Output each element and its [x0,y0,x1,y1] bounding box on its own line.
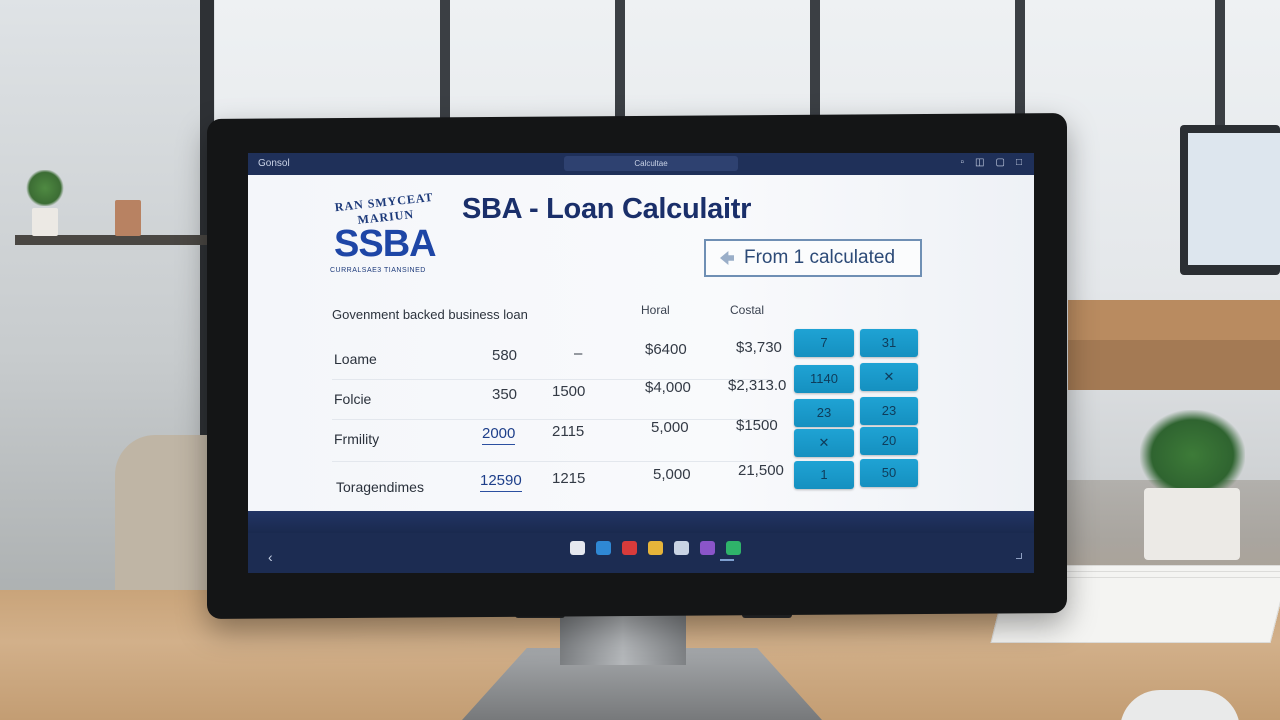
row-label: Folcie [334,391,372,407]
table-cell: 580 [492,347,518,364]
taskbar-strip [248,511,1034,533]
window-mullion [440,0,450,130]
window-mullion [810,0,820,125]
table-cell: $3,730 [736,339,782,356]
taskbar-icons [570,541,741,555]
taskbar: ‹ [248,511,1034,573]
table-cell: 21,500 [738,462,784,479]
window-mullion [615,0,625,125]
keypad-button[interactable]: ✕ [794,429,854,457]
row-divider [332,461,772,462]
window-shelf [15,235,215,245]
table-cell: 2115 [552,423,585,440]
table-cell: $4,000 [645,379,691,396]
section-label: Govenment backed business loan [332,307,528,322]
document-app-icon[interactable] [674,541,689,555]
app-label: Gonsol [258,158,290,169]
background-monitor [1180,125,1280,275]
table-cell-link[interactable]: 12590 [480,472,522,492]
table-cell: – [574,345,583,362]
row-label: Loame [334,351,377,367]
keypad-button[interactable]: 7 [794,329,854,357]
table-cell: 5,000 [651,419,689,436]
restore-icon[interactable]: ◫ [975,157,984,168]
mail-app-icon[interactable] [622,541,637,555]
keypad-button[interactable]: 31 [860,329,918,357]
potted-plant-icon [1140,410,1245,560]
table-cell: 1500 [552,383,586,400]
media-app-icon[interactable] [700,541,715,555]
keypad-button[interactable]: 50 [860,459,918,487]
minimize-icon[interactable]: ▫ [961,157,965,168]
column-header: Horal [641,303,670,317]
sba-logo: RAN SMYCEAT MARIUN SSBA CURRALSAE3 TIANS… [320,190,450,279]
browser-app-icon[interactable] [648,541,663,555]
chat-app-icon[interactable] [726,541,741,555]
arrow-icon [720,251,734,265]
page-title: SBA - Loan Calculaitr [462,193,752,225]
calculator-content: RAN SMYCEAT MARIUN SSBA CURRALSAE3 TIANS… [248,175,1034,511]
window-app-icon[interactable] [570,541,585,555]
row-divider [332,379,772,380]
table-cell: 1215 [552,470,586,487]
table-cell: $1500 [736,417,778,434]
keypad-button[interactable]: ✕ [860,363,918,391]
calculate-button-label: From 1 calculated [744,247,896,268]
background-desk-front [1068,340,1280,390]
row-label: Frmility [334,431,380,447]
keypad-button[interactable]: 1140 [794,365,854,393]
window-mullion [1015,0,1025,125]
window-titlebar: Gonsol Calcultae ▫ ◫ ▢ □ [248,153,1034,175]
monitor-screen: Gonsol Calcultae ▫ ◫ ▢ □ RAN SMYCEAT MAR… [248,153,1034,573]
logo-subtext: CURRALSAE3 TIANSINED [330,267,426,274]
explorer-app-icon[interactable] [596,541,611,555]
calculate-button[interactable]: From 1 calculated [704,239,922,277]
window-controls: ▫ ◫ ▢ □ [961,157,1023,168]
table-cell: 5,000 [653,466,691,483]
keypad-button[interactable]: 23 [860,397,918,425]
window-tab[interactable]: Calcultae [564,156,738,171]
column-header: Costal [730,303,765,317]
row-label: Toragendimes [336,479,424,495]
table-cell: $2,313.0 [728,377,787,394]
table-cell: 350 [492,386,518,403]
tray-chevron-icon[interactable] [1016,553,1022,559]
keypad-button[interactable]: 23 [794,399,854,427]
potted-plant-icon [22,170,68,236]
keypad-button[interactable]: 20 [860,427,918,455]
back-arrow-icon[interactable]: ‹ [268,549,273,565]
table-cell-link[interactable]: 2000 [482,425,516,445]
cup-icon [115,200,141,236]
logo-mark: SSBA [334,223,437,265]
keypad-button[interactable]: 1 [794,461,854,489]
close-icon[interactable]: □ [1016,157,1022,168]
active-app-indicator [720,559,734,561]
row-divider [332,419,772,420]
maximize-icon[interactable]: ▢ [996,157,1005,168]
table-cell: $6400 [645,341,687,358]
window-mullion [1215,0,1225,140]
